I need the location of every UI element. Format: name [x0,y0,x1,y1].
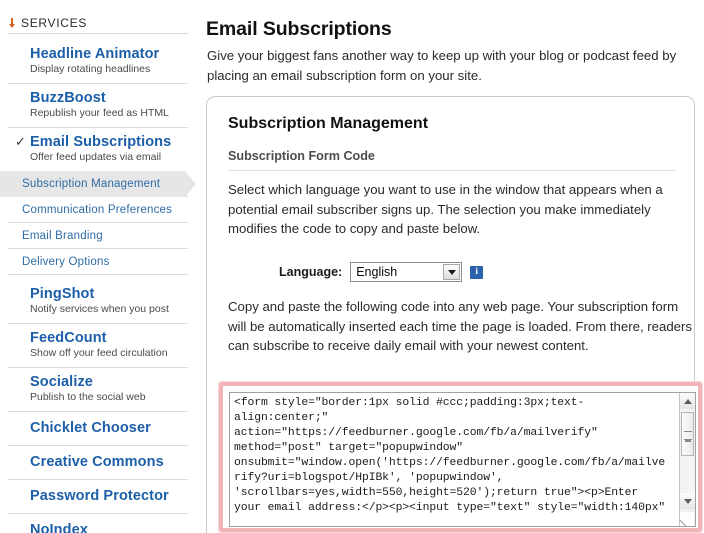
checkmark-icon: ✓ [15,134,26,149]
sidebar-item-title: Creative Commons [30,454,164,470]
sidebar-item-buzzboost[interactable]: BuzzBoost Republish your feed as HTML [8,84,188,128]
sidebar-item-desc: Republish your feed as HTML [30,107,169,119]
sidebar-item-creative-commons[interactable]: Creative Commons [8,446,188,480]
sidebar-item-desc: Show off your feed circulation [30,347,168,359]
sidebar-item-desc: Display rotating headlines [30,63,151,75]
sidebar-item-title: Socialize [30,374,93,390]
sidebar-item-title: Headline Animator [30,46,160,62]
sidebar-item-password-protector[interactable]: Password Protector [8,480,188,514]
language-selected-value: English [356,265,398,279]
subscription-management-panel: Subscription Management Subscription For… [206,96,703,533]
sidebar-item-title: PingShot [30,286,95,302]
sidebar-subitem-list: Subscription Management Communication Pr… [0,171,196,275]
subscription-form-code-textarea[interactable]: <form style="border:1px solid #ccc;paddi… [229,392,696,527]
chevron-down-icon[interactable] [443,264,461,280]
sidebar-item-headline-animator[interactable]: Headline Animator Display rotating headl… [8,40,188,84]
sidebar-divider [8,33,188,34]
sidebar-item-socialize[interactable]: Socialize Publish to the social web [8,368,188,412]
sidebar-item-title: Password Protector [30,488,169,504]
language-select[interactable]: English [350,262,463,282]
page-title: Email Subscriptions [206,18,392,40]
language-row: Language: English i [279,262,484,282]
section-subtitle: Subscription Form Code [228,149,676,171]
sidebar-item-desc: Offer feed updates via email [30,151,162,163]
sidebar-item-title: BuzzBoost [30,90,106,106]
textarea-scrollbar[interactable] [679,393,695,526]
language-label: Language: [279,265,343,279]
sidebar-item-title: Chicklet Chooser [30,420,151,436]
sidebar-subitem-label: Email Branding [22,229,103,242]
down-arrow-icon [8,17,16,29]
sidebar-item-desc: Notify services when you post [30,303,169,315]
sidebar-item-communication-preferences[interactable]: Communication Preferences [8,197,188,223]
main-content: Email Subscriptions Give your biggest fa… [196,0,704,533]
page-intro-text: Give your biggest fans another way to ke… [207,48,677,83]
panel-title: Subscription Management [228,115,429,132]
language-instructions-text: Select which language you want to use in… [228,182,663,236]
sidebar-header[interactable]: SERVICES [8,16,188,30]
sidebar-item-chicklet-chooser[interactable]: Chicklet Chooser [8,412,188,446]
sidebar-item-feedcount[interactable]: FeedCount Show off your feed circulation [8,324,188,368]
scroll-up-arrow-icon[interactable] [680,393,695,409]
sidebar-item-title: FeedCount [30,330,107,346]
sidebar-item-title: Email Subscriptions [30,134,172,150]
scrollbar-thumb[interactable] [681,412,694,456]
sidebar-item-delivery-options[interactable]: Delivery Options [8,249,188,275]
scroll-down-arrow-icon[interactable] [680,493,695,509]
sidebar-service-list: Headline Animator Display rotating headl… [0,40,196,533]
code-content[interactable]: <form style="border:1px solid #ccc;paddi… [234,396,672,516]
sidebar-item-noindex[interactable]: NoIndex [8,514,188,533]
sidebar-header-label: SERVICES [21,16,88,30]
copy-paste-instructions-text: Copy and paste the following code into a… [228,299,692,353]
sidebar-item-pingshot[interactable]: PingShot Notify services when you post [8,280,188,324]
sidebar-item-title: NoIndex [30,522,88,533]
sidebar-subitem-label: Communication Preferences [22,203,173,216]
sidebar-item-desc: Publish to the social web [30,391,146,403]
info-icon[interactable]: i [470,265,484,279]
sidebar-subitem-label: Subscription Management [22,177,161,190]
code-highlight-ring: <form style="border:1px solid #ccc;paddi… [218,381,703,533]
sidebar-item-subscription-management[interactable]: Subscription Management [0,171,196,197]
resize-handle-icon[interactable] [680,512,694,526]
page-root: SERVICES Headline Animator Display rotat… [0,0,704,533]
sidebar-item-email-subscriptions[interactable]: ✓ Email Subscriptions Offer feed updates… [8,128,188,171]
sidebar-item-email-branding[interactable]: Email Branding [8,223,188,249]
sidebar-subitem-label: Delivery Options [22,255,110,268]
sidebar: SERVICES Headline Animator Display rotat… [0,0,196,533]
